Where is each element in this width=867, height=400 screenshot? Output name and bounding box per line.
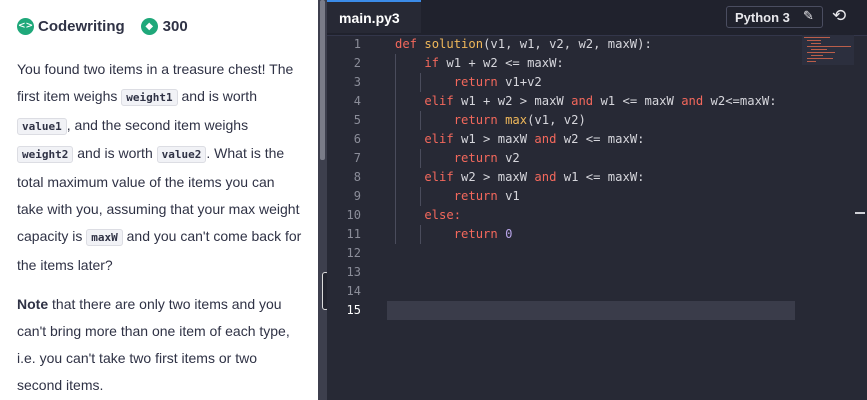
code-token: w1 + w2 <= maxW: bbox=[446, 56, 564, 70]
code-token: 0 bbox=[505, 227, 513, 241]
code-token: w2 <= maxW: bbox=[563, 132, 645, 146]
code-line[interactable]: 3 return v1+v2 bbox=[327, 73, 802, 92]
inline-code: weight1 bbox=[121, 88, 178, 106]
code-line[interactable]: 11 return 0 bbox=[327, 225, 802, 244]
note-paragraph: Note that there are only two items and y… bbox=[17, 296, 290, 393]
code-area[interactable]: 1 def solution(v1, w1, v2, w2, maxW): 2 if… bbox=[327, 35, 802, 400]
inline-code: value2 bbox=[156, 146, 207, 164]
code-line[interactable]: 14 bbox=[327, 282, 802, 301]
line-number: 8 bbox=[353, 170, 361, 184]
code-line[interactable]: 12 bbox=[327, 244, 802, 263]
code-token: and bbox=[681, 94, 711, 108]
inline-code: maxW bbox=[86, 228, 123, 246]
code-token: w2 > maxW bbox=[461, 170, 535, 184]
code-token: return bbox=[395, 227, 506, 241]
task-header: <> Codewriting ◆ 300 bbox=[0, 0, 318, 52]
coin-count: 300 bbox=[162, 17, 188, 35]
task-type-label: Codewriting bbox=[38, 17, 125, 35]
code-brackets-icon: <> bbox=[17, 17, 34, 35]
code-token: (v1, v2) bbox=[527, 113, 586, 127]
scrollbar-thumb[interactable] bbox=[320, 0, 325, 160]
line-number: 1 bbox=[353, 37, 361, 51]
code-token: and bbox=[534, 170, 564, 184]
line-number: 2 bbox=[353, 56, 361, 70]
code-line[interactable]: 10 else: bbox=[327, 206, 802, 225]
task-panel: <> Codewriting ◆ 300 You found two items… bbox=[0, 0, 318, 400]
code-line[interactable]: 2 if w1 + w2 <= maxW: bbox=[327, 54, 802, 73]
code-line[interactable]: 13 bbox=[327, 263, 802, 282]
code-text[interactable]: return v2 bbox=[395, 149, 520, 168]
code-line[interactable]: 7 return v2 bbox=[327, 149, 802, 168]
line-number: 15 bbox=[346, 303, 361, 317]
code-text[interactable]: return v1+v2 bbox=[395, 73, 542, 92]
code-token: w1 + w2 > maxW bbox=[461, 94, 572, 108]
code-token: and bbox=[534, 132, 564, 146]
code-token: v1 bbox=[505, 189, 520, 203]
note-label: Note bbox=[17, 296, 49, 313]
code-token: else: bbox=[395, 208, 462, 222]
line-number: 4 bbox=[353, 94, 361, 108]
line-number: 11 bbox=[346, 227, 361, 241]
code-token: and bbox=[571, 94, 601, 108]
code-token: v1+v2 bbox=[505, 75, 542, 89]
code-line[interactable]: 1 def solution(v1, w1, v2, w2, maxW): bbox=[327, 35, 802, 54]
code-text[interactable]: else: bbox=[395, 206, 461, 225]
code-text[interactable]: elif w1 > maxW and w2 <= maxW: bbox=[395, 130, 645, 149]
code-text[interactable]: return v1 bbox=[395, 187, 520, 206]
pencil-icon[interactable]: ✎ bbox=[803, 9, 814, 24]
code-token: w1 > maxW bbox=[461, 132, 535, 146]
editor-scrollbar[interactable] bbox=[855, 35, 867, 400]
code-line[interactable]: 9 return v1 bbox=[327, 187, 802, 206]
line-number: 10 bbox=[346, 208, 361, 222]
line-number: 7 bbox=[353, 151, 361, 165]
code-token: solution bbox=[424, 37, 484, 51]
code-minimap[interactable] bbox=[802, 35, 854, 65]
code-token: return bbox=[395, 75, 506, 89]
code-text[interactable]: elif w2 > maxW and w1 <= maxW: bbox=[395, 168, 645, 187]
code-token: v2 bbox=[505, 151, 520, 165]
code-token: elif bbox=[395, 94, 462, 108]
coin-icon: ◆ bbox=[140, 17, 158, 35]
code-token: if bbox=[395, 56, 447, 70]
line-number: 9 bbox=[353, 189, 361, 203]
code-line[interactable]: 6 elif w1 > maxW and w2 <= maxW: bbox=[327, 130, 802, 149]
inline-code: weight2 bbox=[17, 146, 74, 164]
code-token: max bbox=[505, 113, 528, 127]
description-scrollbar[interactable] bbox=[318, 0, 327, 400]
scroll-position-marker bbox=[855, 212, 865, 214]
code-token: w1 <= maxW: bbox=[563, 170, 645, 184]
tab-main-file[interactable]: main.py3 bbox=[327, 0, 421, 33]
code-text[interactable]: if w1 + w2 <= maxW: bbox=[395, 54, 564, 73]
code-token: (v1, w1, v2, w2, maxW): bbox=[483, 37, 652, 51]
code-text[interactable]: return max(v1, v2) bbox=[395, 111, 586, 130]
code-token: def bbox=[395, 37, 425, 51]
description-paragraph: You found two items in a treasure chest!… bbox=[17, 61, 302, 273]
line-number: 12 bbox=[346, 246, 361, 260]
line-number: 13 bbox=[346, 265, 361, 279]
line-number: 3 bbox=[353, 75, 361, 89]
line-number: 14 bbox=[346, 284, 361, 298]
code-line[interactable]: 4 elif w1 + w2 > maxW and w1 <= maxW and… bbox=[327, 92, 802, 111]
code-line[interactable]: 5 return max(v1, v2) bbox=[327, 111, 802, 130]
inline-code: value1 bbox=[17, 117, 67, 135]
code-token: w1 <= maxW bbox=[600, 94, 682, 108]
reset-icon[interactable]: ⟲ bbox=[832, 6, 846, 26]
task-description: You found two items in a treasure chest!… bbox=[0, 52, 318, 399]
code-token: elif bbox=[395, 170, 462, 184]
line-number: 6 bbox=[353, 132, 361, 146]
code-token: return bbox=[395, 113, 506, 127]
code-token: return bbox=[395, 151, 506, 165]
code-line[interactable]: 15 bbox=[327, 301, 802, 320]
code-token: w2<=maxW: bbox=[710, 94, 777, 108]
code-text[interactable]: def solution(v1, w1, v2, w2, maxW): bbox=[395, 35, 652, 54]
code-token: elif bbox=[395, 132, 462, 146]
line-number: 5 bbox=[353, 113, 361, 127]
code-text[interactable]: elif w1 + w2 > maxW and w1 <= maxW and w… bbox=[395, 92, 777, 111]
code-line[interactable]: 8 elif w2 > maxW and w1 <= maxW: bbox=[327, 168, 802, 187]
editor-tab-bar: main.py3 Python 3 ✎ ⟲ bbox=[327, 0, 867, 36]
code-editor[interactable]: main.py3 Python 3 ✎ ⟲ 1 def solution(v1, … bbox=[327, 0, 867, 400]
code-token: return bbox=[395, 189, 506, 203]
code-text[interactable]: return 0 bbox=[395, 225, 513, 244]
